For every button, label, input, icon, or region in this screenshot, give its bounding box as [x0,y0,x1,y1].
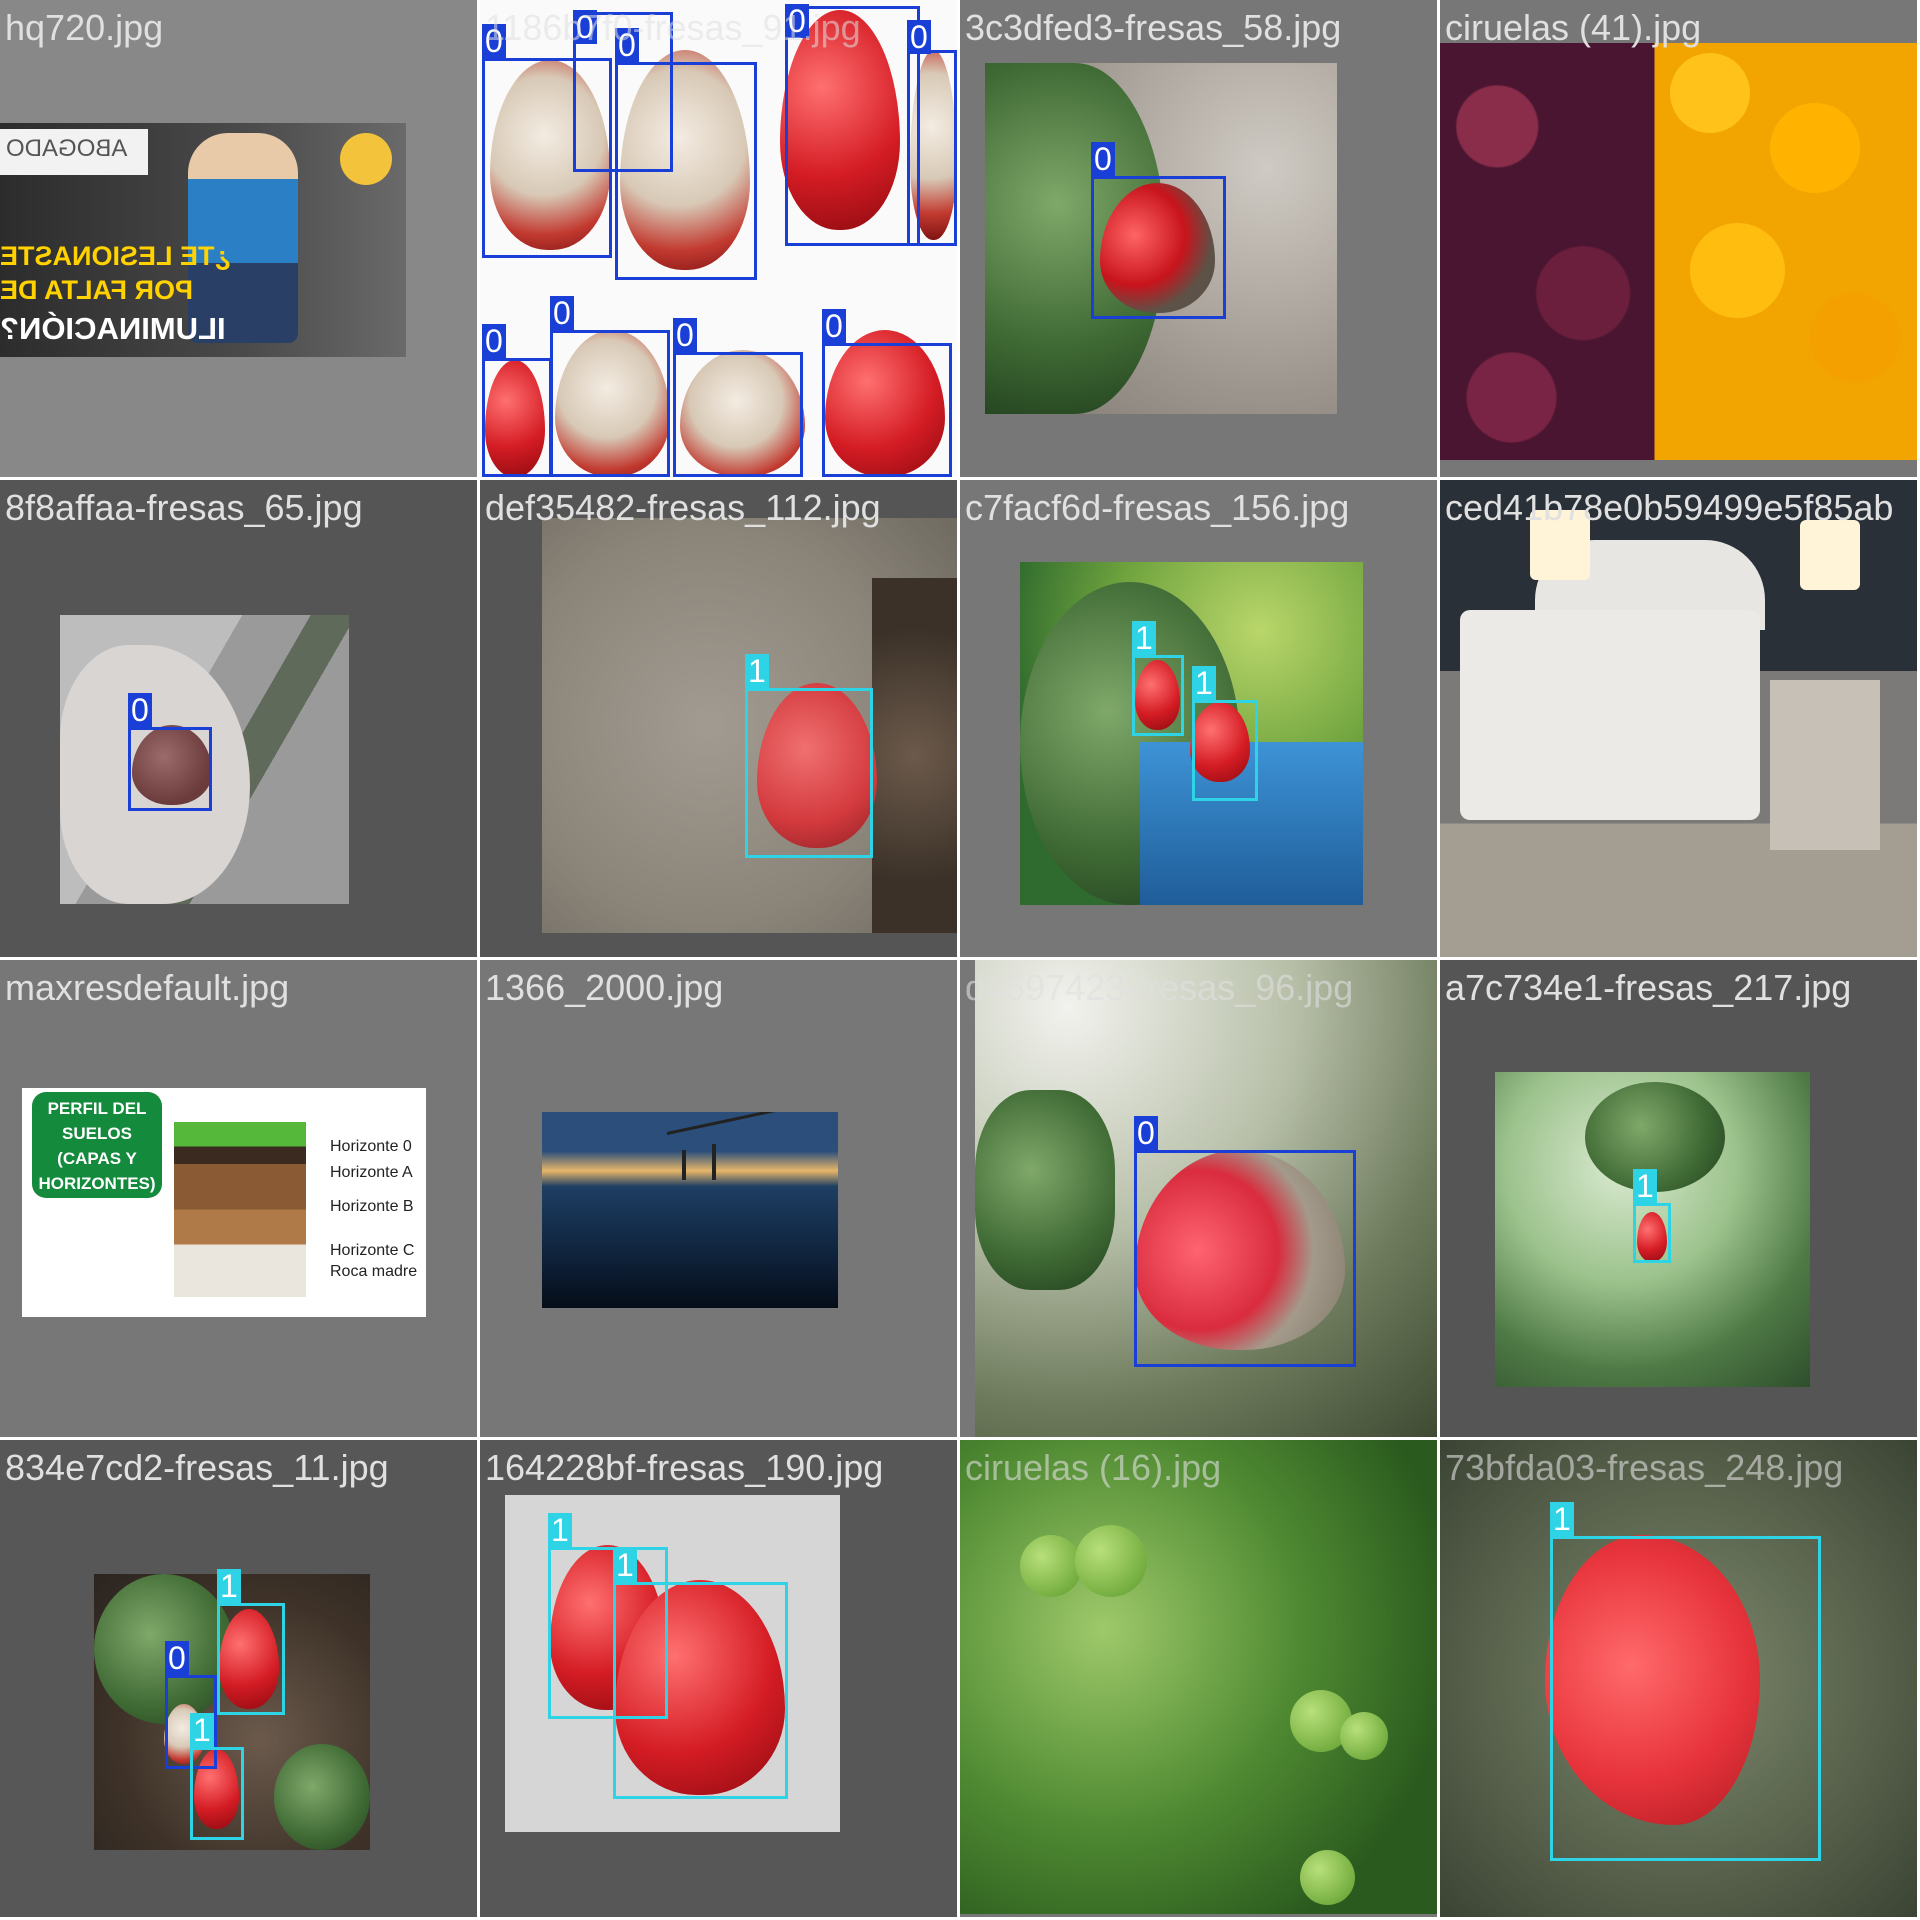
detection-label: 0 [1091,142,1115,176]
tile-fresas-96: d4597423-fresas_96.jpg 0 [960,960,1437,1437]
tile-fresas-91: 1186b7f0-fresas_91.jpg 0 0 0 0 0 0 0 0 0 [480,0,957,477]
detection-label: 0 [165,1641,189,1675]
brand-text: ABOGADO [6,135,128,162]
detection-box [550,330,670,477]
detection-label: 0 [1134,1116,1158,1150]
layer-label: Horizonte 0 [330,1138,412,1155]
detection-label: 0 [550,296,574,330]
tile-filename: def35482-fresas_112.jpg [485,487,881,528]
tile-fresas-65: 8f8affaa-fresas_65.jpg 0 [0,480,477,957]
tile-filename: ciruelas (16).jpg [965,1447,1222,1488]
detection-label: 1 [1633,1169,1657,1203]
diagram-title-line: SUELOS [62,1124,132,1143]
detection-label: 0 [907,20,931,54]
tile-filename: 73bfda03-fresas_248.jpg [1445,1447,1844,1488]
diagram-title-line: (CAPAS Y [57,1149,137,1168]
mosaic-grid: hq720.jpg ABOGADO ¿TE LESIONASTE POR FAL… [0,0,1920,1920]
detection-box [673,352,803,477]
soil-block [174,1122,306,1297]
thumbnail-image [960,1440,1437,1914]
tile-filename: 3c3dfed3-fresas_58.jpg [965,7,1342,48]
tile-fresas-11: 834e7cd2-fresas_11.jpg 1 0 1 [0,1440,477,1917]
detection-box [217,1603,285,1715]
tile-ciruelas-16: ciruelas (16).jpg [960,1440,1437,1917]
tile-fresas-190: 164228bf-fresas_190.jpg 1 1 [480,1440,957,1917]
thumbnail-image: PERFIL DEL SUELOS (CAPAS Y HORIZONTES) H… [22,1088,426,1317]
detection-box [1633,1203,1671,1263]
detection-box [1134,1150,1356,1367]
caption-line-1: ¿TE LESIONASTE [0,241,232,271]
tile-filename: maxresdefault.jpg [5,967,290,1008]
detection-box [128,727,212,811]
diagram-title-line: HORIZONTES) [38,1174,156,1193]
detection-label: 1 [1132,621,1156,655]
layer-label: Horizonte A [330,1164,413,1181]
tile-fresas-112: def35482-fresas_112.jpg 1 [480,480,957,957]
caption-line-2: POR FALTA DE [0,275,193,305]
detection-box [1192,700,1258,801]
detection-box [615,62,757,280]
tile-filename: c7facf6d-fresas_156.jpg [965,487,1350,528]
detection-label: 1 [1550,1502,1574,1536]
tile-filename: ciruelas (41).jpg [1445,7,1702,48]
tile-fresas-156: c7facf6d-fresas_156.jpg 1 1 [960,480,1437,957]
detection-label: 0 [673,318,697,352]
detection-label: 1 [613,1548,637,1582]
tile-filename: hq720.jpg [5,7,164,48]
tile-filename: 1366_2000.jpg [485,967,724,1008]
tile-fresas-58: 3c3dfed3-fresas_58.jpg 0 [960,0,1437,477]
detection-box [1091,176,1226,319]
thumbnail-image [542,1112,838,1308]
layer-label: Horizonte B [330,1198,414,1215]
tile-fresas-217: a7c734e1-fresas_217.jpg 1 [1440,960,1917,1437]
tile-1366-2000: 1366_2000.jpg [480,960,957,1437]
diagram-title-box: PERFIL DEL SUELOS (CAPAS Y HORIZONTES) [32,1092,162,1198]
thumbnail-image [1440,43,1917,460]
thumbnail-image [1440,480,1917,957]
detection-label: 1 [190,1713,214,1747]
tile-filename: 834e7cd2-fresas_11.jpg [5,1447,389,1488]
tile-ciruelas-41: ciruelas (41).jpg [1440,0,1917,477]
detection-label: 0 [822,309,846,343]
detection-label: 1 [745,654,769,688]
tile-fresas-248: 73bfda03-fresas_248.jpg 1 [1440,1440,1917,1917]
tile-filename: 164228bf-fresas_190.jpg [485,1447,884,1488]
detection-label: 0 [482,324,506,358]
tile-maxresdefault: maxresdefault.jpg PERFIL DEL SUELOS (CAP… [0,960,477,1437]
detection-box [613,1582,788,1799]
detection-box [1550,1536,1821,1861]
detection-box [190,1747,244,1840]
thumbnail-image: ABOGADO ¿TE LESIONASTE POR FALTA DE ILUM… [0,123,406,357]
detection-label: 1 [217,1569,241,1603]
detection-label: 0 [128,693,152,727]
detection-box [907,50,957,246]
tile-ced41b78: ced41b78e0b59499e5f85ab [1440,480,1917,957]
detection-box [1132,655,1184,736]
detection-label: 1 [1192,666,1216,700]
diagram-title-line: PERFIL DEL [47,1099,147,1118]
detection-box [822,343,952,477]
tile-filename: 8f8affaa-fresas_65.jpg [5,487,363,528]
layer-label: Roca madre [330,1263,418,1280]
emoji-icon [340,133,392,185]
detection-label: 1 [548,1513,572,1547]
tile-filename: a7c734e1-fresas_217.jpg [1445,967,1852,1008]
detection-box [745,688,873,858]
tile-filename: d4597423-fresas_96.jpg [965,967,1354,1008]
tile-filename: ced41b78e0b59499e5f85ab [1445,487,1894,528]
tile-hq720: hq720.jpg ABOGADO ¿TE LESIONASTE POR FAL… [0,0,477,477]
detection-box [482,358,552,477]
layer-label: Horizonte C [330,1242,415,1259]
tile-filename: 1186b7f0-fresas_91.jpg [485,7,861,48]
caption-line-3: ILUMINACIÓN? [0,311,226,346]
